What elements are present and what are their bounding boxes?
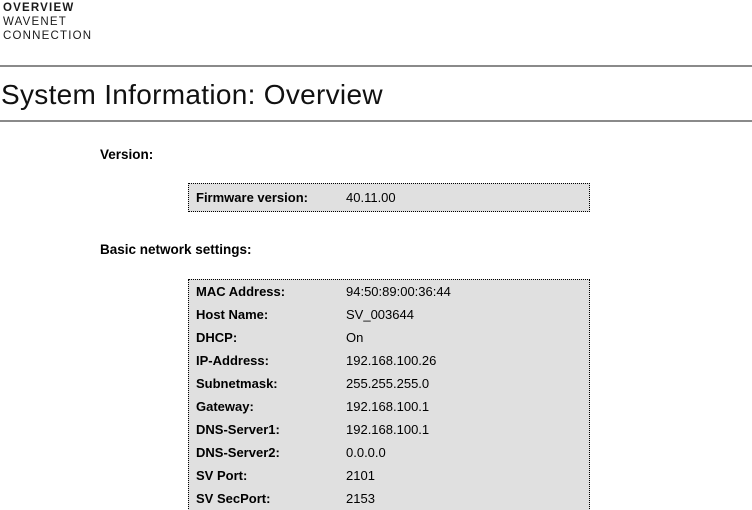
nav-link-wavenet[interactable]: WAVENET <box>3 15 752 29</box>
row-value: 94:50:89:00:36:44 <box>339 280 589 303</box>
row-value: 0.0.0.0 <box>339 441 589 464</box>
table-row: DNS-Server1: 192.168.100.1 <box>189 418 589 441</box>
section-heading-network: Basic network settings: <box>100 242 752 257</box>
row-value: 40.11.00 <box>339 184 589 211</box>
page: OVERVIEW WAVENET CONNECTION System Infor… <box>0 0 752 510</box>
row-label: DNS-Server1: <box>189 418 339 441</box>
table-row: IP-Address: 192.168.100.26 <box>189 349 589 372</box>
title-divider-bottom <box>0 120 752 122</box>
row-label: SV SecPort: <box>189 487 339 510</box>
row-value: 2101 <box>339 464 589 487</box>
title-divider-top <box>0 65 752 67</box>
row-label: IP-Address: <box>189 349 339 372</box>
table-row: DNS-Server2: 0.0.0.0 <box>189 441 589 464</box>
row-label: DHCP: <box>189 326 339 349</box>
row-value: 192.168.100.1 <box>339 418 589 441</box>
table-row: Host Name: SV_003644 <box>189 303 589 326</box>
table-row: SV Port: 2101 <box>189 464 589 487</box>
row-value: 192.168.100.1 <box>339 395 589 418</box>
table-row: SV SecPort: 2153 <box>189 487 589 510</box>
row-label: MAC Address: <box>189 280 339 303</box>
row-label: SV Port: <box>189 464 339 487</box>
table-row: MAC Address: 94:50:89:00:36:44 <box>189 280 589 303</box>
row-value: 2153 <box>339 487 589 510</box>
top-navigation: OVERVIEW WAVENET CONNECTION <box>0 0 752 43</box>
row-label: Firmware version: <box>189 184 339 211</box>
table-row: DHCP: On <box>189 326 589 349</box>
nav-link-connection[interactable]: CONNECTION <box>3 29 752 43</box>
row-label: Subnetmask: <box>189 372 339 395</box>
row-value: SV_003644 <box>339 303 589 326</box>
row-label: Host Name: <box>189 303 339 326</box>
table-row: Firmware version: 40.11.00 <box>189 184 589 211</box>
row-value: 192.168.100.26 <box>339 349 589 372</box>
section-heading-version: Version: <box>100 147 752 162</box>
page-title: System Information: Overview <box>1 78 752 111</box>
network-settings-table: MAC Address: 94:50:89:00:36:44 Host Name… <box>188 279 590 510</box>
row-value: 255.255.255.0 <box>339 372 589 395</box>
row-value: On <box>339 326 589 349</box>
version-table: Firmware version: 40.11.00 <box>188 183 590 212</box>
nav-link-overview[interactable]: OVERVIEW <box>3 1 752 15</box>
table-row: Gateway: 192.168.100.1 <box>189 395 589 418</box>
row-label: Gateway: <box>189 395 339 418</box>
row-label: DNS-Server2: <box>189 441 339 464</box>
table-row: Subnetmask: 255.255.255.0 <box>189 372 589 395</box>
